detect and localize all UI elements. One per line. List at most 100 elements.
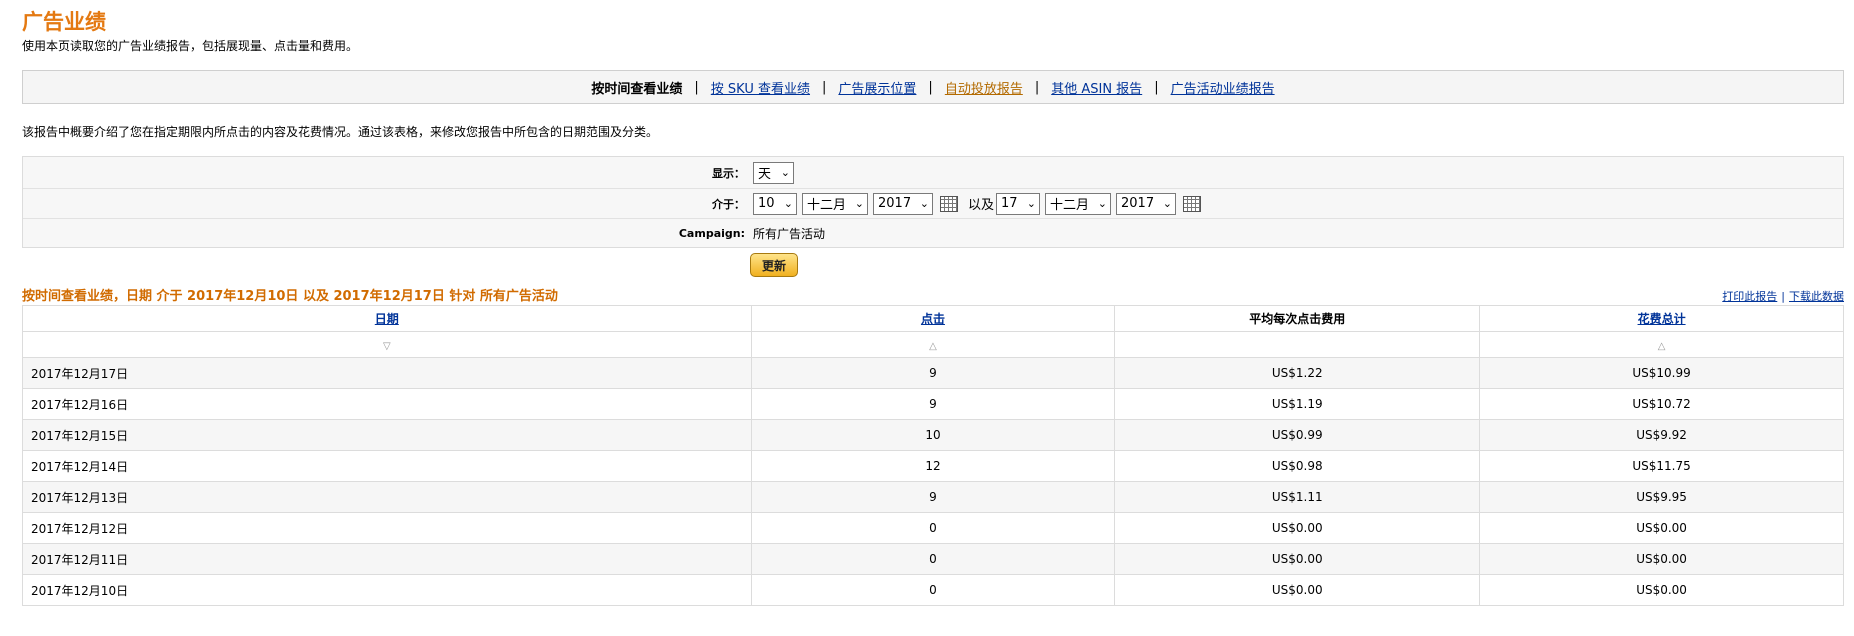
cell-clicks: 9 <box>750 388 1116 420</box>
table-row: 2017年12月17日 9 US$1.22 US$10.99 <box>22 357 1844 389</box>
and-text: 以及 <box>968 198 995 213</box>
to-day-select[interactable]: 17 ⌄ <box>996 192 1041 215</box>
cell-cpc: US$0.98 <box>1114 450 1481 482</box>
sort-ascending-icon[interactable]: △ <box>1658 341 1666 352</box>
from-month-select[interactable]: 十二月 ⌄ <box>802 192 868 215</box>
cell-spend: US$0.00 <box>1479 543 1844 575</box>
display-label: 显示： <box>712 166 745 180</box>
nav-separator: | <box>694 79 699 95</box>
sort-descending-icon[interactable]: ▽ <box>383 341 391 352</box>
filter-panel: 显示： 天 ⌄ 介于： 10 ⌄ 十二月 ⌄ 2017 ⌄ 以及 17 ⌄ 十二… <box>22 156 1844 248</box>
table-row: 2017年12月11日 0 US$0.00 US$0.00 <box>22 543 1844 575</box>
to-month-select[interactable]: 十二月 ⌄ <box>1045 192 1112 215</box>
sort-by-clicks-link[interactable]: 点击 <box>921 312 945 326</box>
result-links: 打印此报告 | 下载此数据 <box>1722 288 1844 304</box>
page-title: 广告业绩 <box>22 10 106 34</box>
to-month-value: 十二月 <box>1050 198 1090 213</box>
from-day-select[interactable]: 10 ⌄ <box>753 192 797 215</box>
cell-date: 2017年12月14日 <box>22 450 752 482</box>
cell-clicks: 0 <box>750 574 1116 606</box>
nav-campaign-report[interactable]: 广告活动业绩报告 <box>1171 78 1275 97</box>
from-year-select[interactable]: 2017 ⌄ <box>873 192 933 215</box>
report-table: 日期 点击 平均每次点击费用 花费总计 ▽ △ △ 2017年12月17日 9 … <box>22 305 1844 606</box>
campaign-value: 所有广告活动 <box>753 226 826 241</box>
cell-spend: US$9.92 <box>1479 419 1844 451</box>
update-button[interactable]: 更新 <box>750 253 798 277</box>
chevron-down-icon: ⌄ <box>780 166 790 179</box>
cell-date: 2017年12月10日 <box>22 574 752 606</box>
calendar-icon[interactable] <box>940 195 958 212</box>
cell-clicks: 9 <box>750 357 1116 389</box>
link-separator: | <box>1781 290 1785 303</box>
from-day-value: 10 <box>758 196 775 211</box>
range-label: 介于： <box>712 197 745 211</box>
cell-clicks: 9 <box>750 481 1116 513</box>
sort-indicator-row: ▽ △ △ <box>22 331 1844 358</box>
cell-clicks: 0 <box>750 543 1116 575</box>
filter-campaign-row: Campaign: 所有广告活动 <box>23 219 1843 247</box>
chevron-down-icon: ⌄ <box>854 197 864 210</box>
cell-date: 2017年12月11日 <box>22 543 752 575</box>
column-header-date: 日期 <box>22 305 752 332</box>
table-row: 2017年12月14日 12 US$0.98 US$11.75 <box>22 450 1844 482</box>
chevron-down-icon: ⌄ <box>919 197 929 210</box>
print-report-link[interactable]: 打印此报告 <box>1722 290 1777 303</box>
report-nav: 按时间查看业绩 | 按 SKU 查看业绩 | 广告展示位置 | 自动投放报告 |… <box>22 70 1844 104</box>
nav-separator: | <box>1154 79 1159 95</box>
campaign-label: Campaign: <box>678 226 745 240</box>
column-header-cpc: 平均每次点击费用 <box>1114 305 1481 332</box>
nav-placement[interactable]: 广告展示位置 <box>838 78 916 97</box>
to-day-value: 17 <box>1001 196 1018 211</box>
cell-date: 2017年12月13日 <box>22 481 752 513</box>
chevron-down-icon: ⌄ <box>1026 197 1037 210</box>
nav-separator: | <box>822 79 827 95</box>
from-year-value: 2017 <box>878 196 912 211</box>
to-year-select[interactable]: 2017 ⌄ <box>1116 192 1177 215</box>
table-row: 2017年12月12日 0 US$0.00 US$0.00 <box>22 512 1844 544</box>
table-row: 2017年12月13日 9 US$1.11 US$9.95 <box>22 481 1844 513</box>
display-select[interactable]: 天 ⌄ <box>753 161 794 184</box>
nav-auto-targeting[interactable]: 自动投放报告 <box>945 78 1023 97</box>
cell-spend: US$11.75 <box>1479 450 1844 482</box>
nav-separator: | <box>1034 79 1040 95</box>
table-row: 2017年12月10日 0 US$0.00 US$0.00 <box>22 574 1844 606</box>
cell-cpc: US$0.00 <box>1114 574 1481 606</box>
to-year-value: 2017 <box>1121 196 1155 211</box>
cell-date: 2017年12月17日 <box>22 357 752 389</box>
cell-date: 2017年12月12日 <box>22 512 752 544</box>
table-row: 2017年12月16日 9 US$1.19 US$10.72 <box>22 388 1844 420</box>
report-description: 该报告中概要介绍了您在指定期限内所点击的内容及花费情况。通过该表格，来修改您报告… <box>22 125 659 139</box>
calendar-icon[interactable] <box>1183 195 1202 212</box>
column-header-spend: 花费总计 <box>1479 305 1844 332</box>
cell-date: 2017年12月15日 <box>22 419 752 451</box>
table-header-row: 日期 点击 平均每次点击费用 花费总计 <box>22 305 1844 332</box>
cell-clicks: 10 <box>750 419 1116 451</box>
nav-by-time: 按时间查看业绩 <box>591 81 683 97</box>
sort-by-spend-link[interactable]: 花费总计 <box>1638 312 1686 326</box>
cell-cpc: US$1.22 <box>1114 357 1481 389</box>
nav-other-asin[interactable]: 其他 ASIN 报告 <box>1051 78 1142 97</box>
filter-display-row: 显示： 天 ⌄ <box>23 157 1843 189</box>
result-heading: 按时间查看业绩，日期 介于 2017年12月10日 以及 2017年12月17日… <box>22 289 558 304</box>
display-select-value: 天 <box>758 167 772 182</box>
cell-spend: US$0.00 <box>1479 512 1844 544</box>
filter-range-row: 介于： 10 ⌄ 十二月 ⌄ 2017 ⌄ 以及 17 ⌄ 十二月 ⌄ 2017… <box>23 189 1843 219</box>
cell-spend: US$0.00 <box>1479 574 1844 606</box>
cell-clicks: 12 <box>750 450 1116 482</box>
chevron-down-icon: ⌄ <box>783 197 793 210</box>
nav-separator: | <box>928 79 933 95</box>
cell-spend: US$9.95 <box>1479 481 1844 513</box>
cell-cpc: US$0.99 <box>1114 419 1481 451</box>
chevron-down-icon: ⌄ <box>1162 197 1173 210</box>
sort-by-date-link[interactable]: 日期 <box>375 312 399 326</box>
cell-cpc: US$1.19 <box>1114 388 1481 420</box>
sort-ascending-icon[interactable]: △ <box>929 341 937 352</box>
cell-spend: US$10.72 <box>1479 388 1844 420</box>
download-data-link[interactable]: 下载此数据 <box>1789 290 1844 303</box>
nav-by-sku[interactable]: 按 SKU 查看业绩 <box>711 78 810 97</box>
from-month-value: 十二月 <box>807 198 847 213</box>
page-description: 使用本页读取您的广告业绩报告，包括展现量、点击量和费用。 <box>22 39 359 53</box>
cell-clicks: 0 <box>750 512 1116 544</box>
cell-date: 2017年12月16日 <box>22 388 752 420</box>
chevron-down-icon: ⌄ <box>1097 197 1108 210</box>
